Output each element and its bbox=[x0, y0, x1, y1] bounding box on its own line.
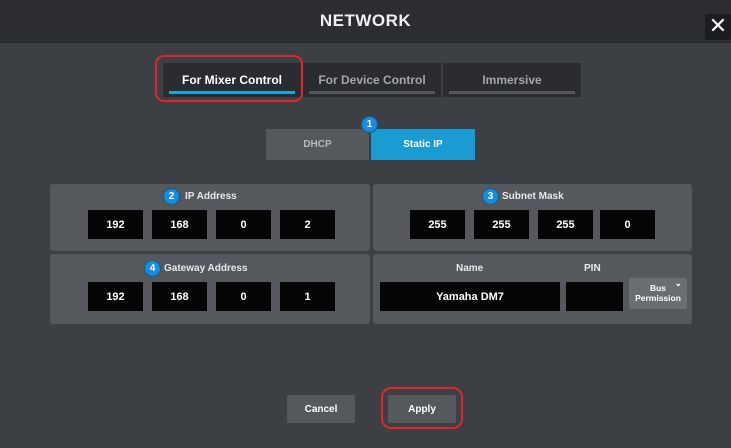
subnet-octet-4[interactable]: 0 bbox=[600, 210, 655, 239]
gateway-octet-1[interactable]: 192 bbox=[88, 282, 143, 311]
close-icon: ✕ bbox=[708, 13, 728, 38]
ip-octet-1[interactable]: 192 bbox=[88, 210, 143, 239]
title-bar: NETWORK bbox=[0, 0, 731, 43]
close-button[interactable]: ✕ bbox=[705, 14, 731, 40]
name-label: Name bbox=[456, 263, 484, 274]
pin-label: PIN bbox=[584, 263, 601, 274]
gateway-address-panel: 4 Gateway Address 192 168 0 1 bbox=[50, 254, 370, 324]
apply-button-highlight bbox=[381, 387, 463, 429]
gateway-address-label: Gateway Address bbox=[164, 263, 248, 274]
subnet-mask-label: Subnet Mask bbox=[502, 191, 564, 202]
device-name-panel: Name PIN Yamaha DM7 ⌄ Bus Permission bbox=[373, 254, 692, 324]
tab-indicator bbox=[309, 91, 435, 94]
tab-label: Immersive bbox=[482, 73, 542, 87]
static-ip-button[interactable]: Static IP bbox=[371, 129, 475, 160]
ip-octet-3[interactable]: 0 bbox=[216, 210, 271, 239]
gateway-octet-2[interactable]: 168 bbox=[152, 282, 207, 311]
permission-label: Permission bbox=[635, 293, 681, 303]
subnet-mask-panel: 3 Subnet Mask 255 255 255 0 bbox=[373, 184, 692, 251]
subnet-octet-1[interactable]: 255 bbox=[410, 210, 465, 239]
pin-field[interactable] bbox=[566, 282, 623, 311]
mixer-control-tab-highlight bbox=[155, 55, 303, 102]
tab-immersive[interactable]: Immersive bbox=[443, 63, 581, 97]
ip-address-label: IP Address bbox=[185, 191, 237, 202]
chevron-down-icon: ⌄ bbox=[674, 278, 682, 288]
window-title: NETWORK bbox=[319, 11, 412, 30]
gateway-octet-3[interactable]: 0 bbox=[216, 282, 271, 311]
callout-badge-2: 2 bbox=[164, 189, 179, 204]
tab-label: For Device Control bbox=[318, 73, 426, 87]
dhcp-button[interactable]: DHCP bbox=[266, 129, 369, 160]
cancel-button[interactable]: Cancel bbox=[287, 395, 355, 423]
gateway-octet-4[interactable]: 1 bbox=[280, 282, 335, 311]
ip-mode-selector: DHCP Static IP bbox=[266, 129, 475, 160]
ip-octet-4[interactable]: 2 bbox=[280, 210, 335, 239]
device-name-field[interactable]: Yamaha DM7 bbox=[380, 282, 560, 311]
tab-for-device-control[interactable]: For Device Control bbox=[303, 63, 441, 97]
ip-octet-2[interactable]: 168 bbox=[152, 210, 207, 239]
callout-badge-3: 3 bbox=[483, 189, 498, 204]
subnet-octet-2[interactable]: 255 bbox=[474, 210, 529, 239]
callout-badge-1: 1 bbox=[362, 117, 377, 132]
bus-permission-button[interactable]: ⌄ Bus Permission bbox=[629, 278, 687, 309]
callout-badge-4: 4 bbox=[145, 261, 160, 276]
tab-indicator bbox=[449, 91, 575, 94]
ip-address-panel: 2 IP Address 192 168 0 2 bbox=[50, 184, 370, 251]
subnet-octet-3[interactable]: 255 bbox=[538, 210, 593, 239]
